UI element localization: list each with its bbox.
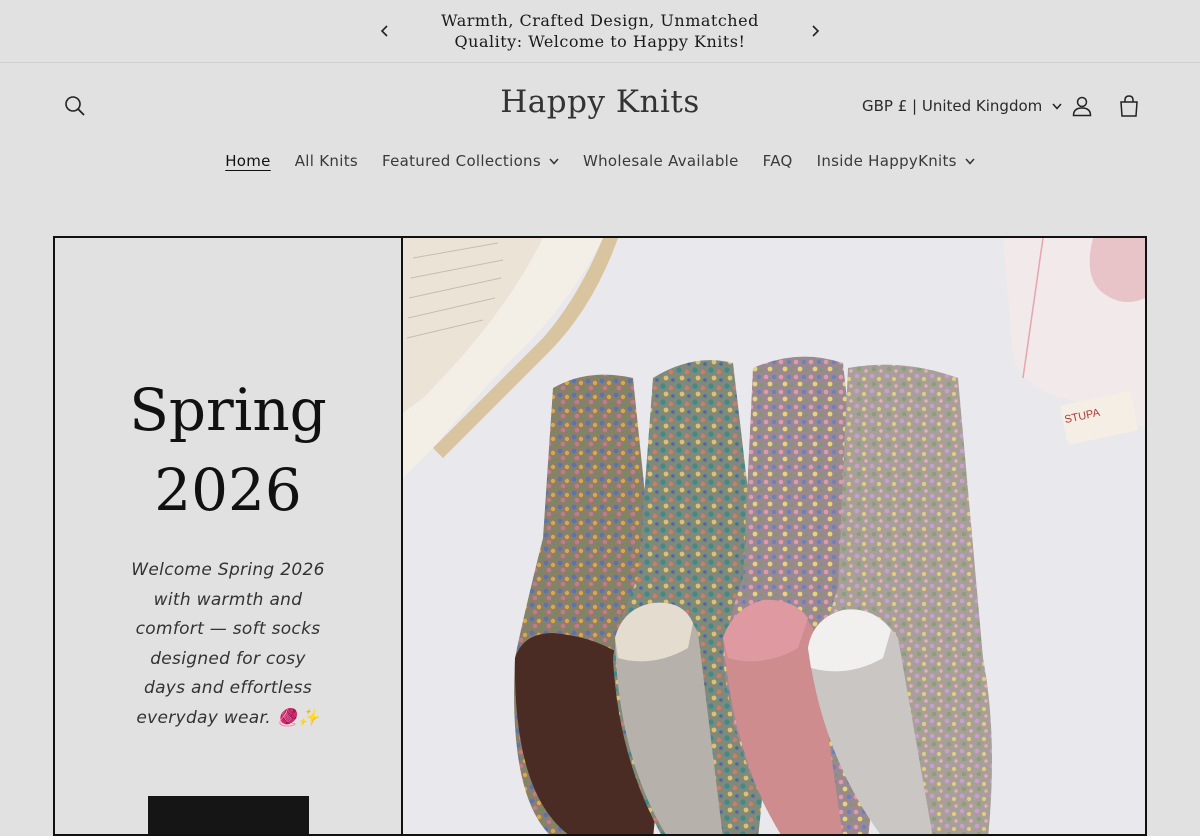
announcement-text: Warmth, Crafted Design, Unmatched Qualit… bbox=[441, 11, 759, 51]
chevron-left-icon bbox=[380, 25, 388, 37]
nav-item-label: Home bbox=[225, 152, 271, 170]
socks-illustration: STUPA bbox=[403, 238, 1145, 834]
account-button[interactable] bbox=[1060, 84, 1104, 128]
nav-item-label: Featured Collections bbox=[382, 152, 541, 170]
cart-button[interactable] bbox=[1107, 84, 1151, 128]
hero-description: Welcome Spring 2026 with warmth and comf… bbox=[131, 560, 325, 728]
nav-item-faq[interactable]: FAQ bbox=[751, 152, 805, 170]
hero-banner: Spring 2026 Welcome Spring 2026 with war… bbox=[53, 236, 1147, 836]
chevron-right-icon bbox=[812, 25, 820, 37]
announcement-next-button[interactable] bbox=[800, 16, 830, 46]
search-button[interactable] bbox=[53, 84, 97, 128]
chevron-down-icon bbox=[965, 158, 975, 165]
currency-selector[interactable]: GBP £ | United Kingdom bbox=[852, 86, 1072, 126]
nav-item-featured-collections[interactable]: Featured Collections bbox=[370, 152, 571, 170]
cart-icon bbox=[1120, 95, 1138, 117]
nav-item-label: All Knits bbox=[294, 152, 358, 170]
nav-item-label: Inside HappyKnits bbox=[816, 152, 957, 170]
hero-title: Spring 2026 bbox=[129, 376, 327, 524]
nav-item-home[interactable]: Home bbox=[213, 152, 283, 170]
hero-cta-button[interactable] bbox=[147, 795, 309, 834]
nav-item-label: FAQ bbox=[762, 152, 793, 170]
logo-link[interactable]: Happy Knits bbox=[500, 84, 699, 120]
nav-item-all-knits[interactable]: All Knits bbox=[283, 152, 370, 170]
currency-label: GBP £ | United Kingdom bbox=[862, 97, 1043, 115]
nav-item-wholesale[interactable]: Wholesale Available bbox=[571, 152, 751, 170]
site-header: Happy Knits GBP £ | United Kingdom bbox=[0, 64, 1200, 148]
main-nav: Home All Knits Featured Collections Whol… bbox=[0, 148, 1200, 174]
user-icon bbox=[1072, 96, 1092, 117]
nav-item-inside-happyknits[interactable]: Inside HappyKnits bbox=[805, 152, 987, 170]
announcement-bar: Warmth, Crafted Design, Unmatched Qualit… bbox=[0, 0, 1200, 63]
chevron-down-icon bbox=[549, 158, 559, 165]
search-icon bbox=[65, 96, 85, 116]
hero-text-panel: Spring 2026 Welcome Spring 2026 with war… bbox=[55, 238, 403, 834]
hero-image: STUPA bbox=[403, 238, 1145, 834]
announcement-prev-button[interactable] bbox=[370, 16, 400, 46]
nav-item-label: Wholesale Available bbox=[582, 152, 739, 170]
